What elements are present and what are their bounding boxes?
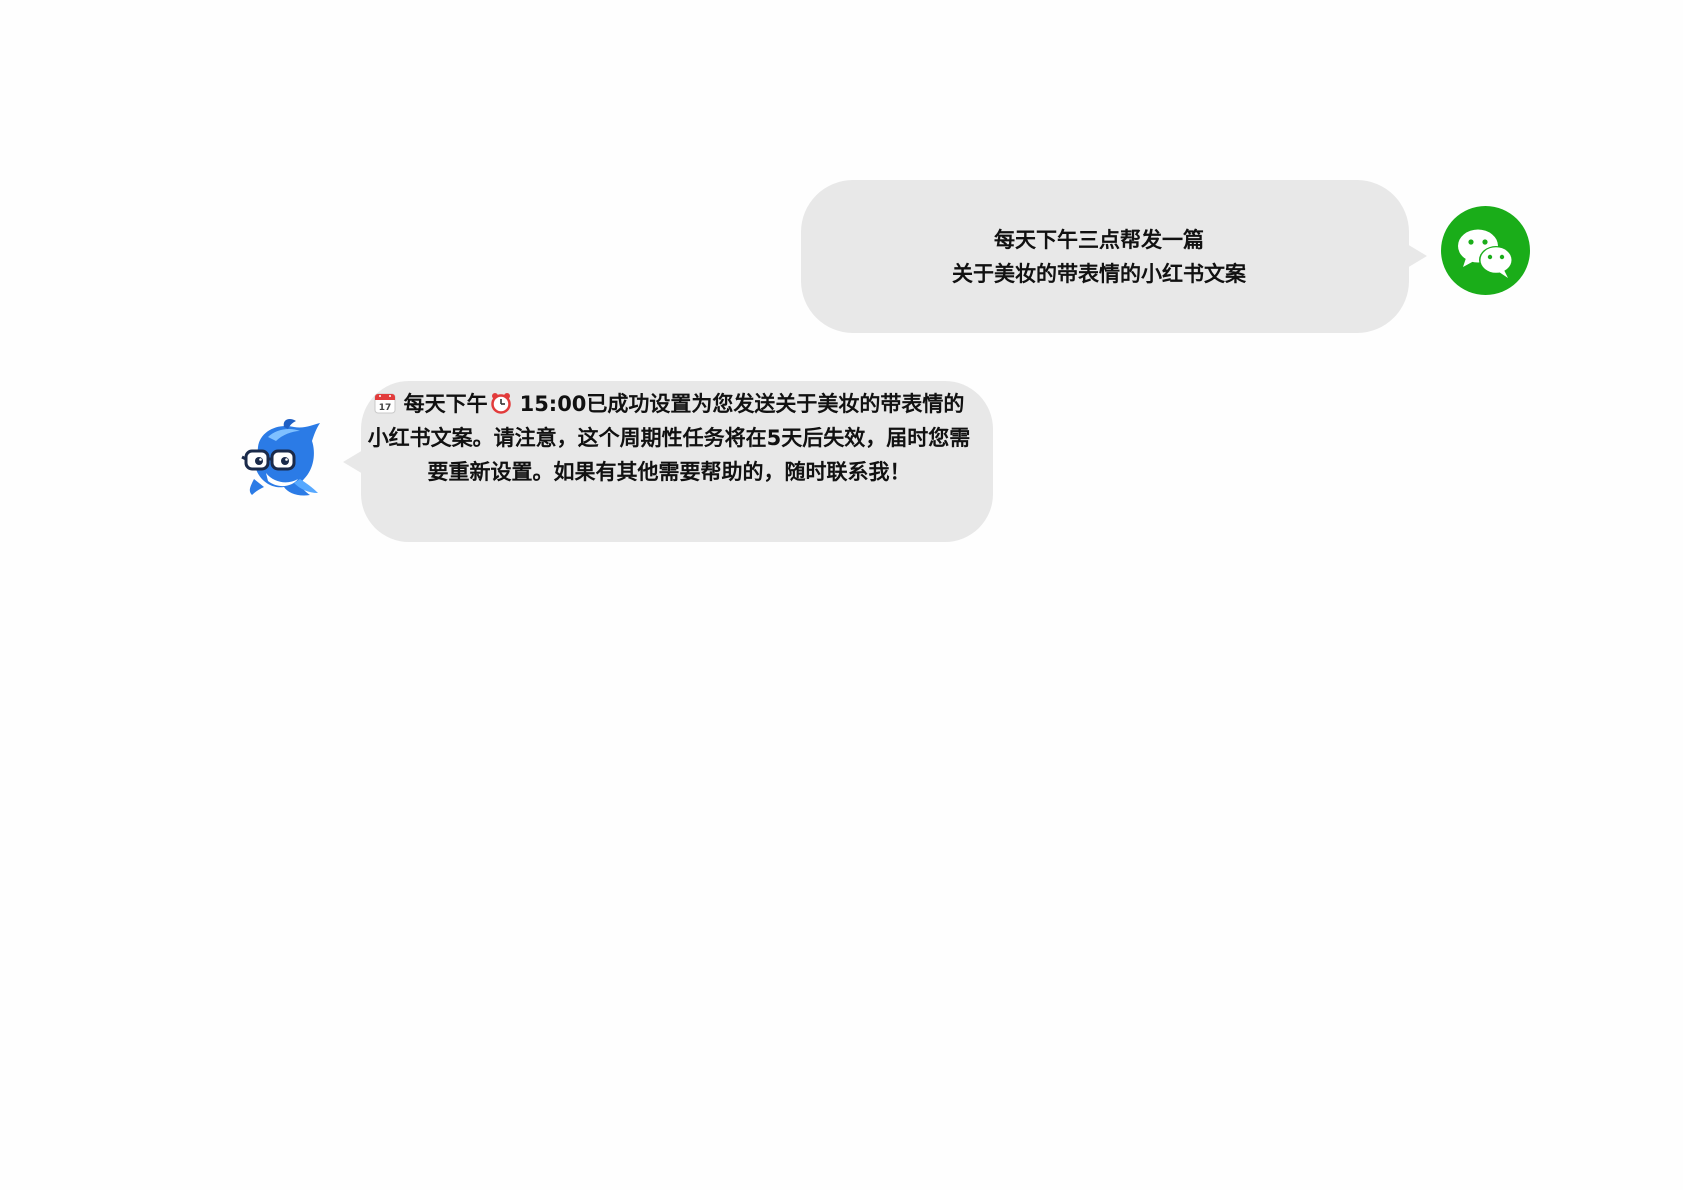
calendar-day-text: 17 <box>378 403 391 413</box>
dolphin-mascot-icon <box>238 417 326 499</box>
user-message-line-1: 每天下午三点帮发一篇 <box>994 227 1204 252</box>
chat-canvas: 每天下午三点帮发一篇 关于美妆的带表情的小红书文案 17 每天下午 15:00已… <box>0 0 1683 1190</box>
wechat-icon[interactable] <box>1441 206 1530 295</box>
user-message-line-2: 关于美妆的带表情的小红书文案 <box>952 261 1246 286</box>
bot-message-bubble: 17 每天下午 15:00已成功设置为您发送关于美妆的带表情的小红书文案。请注意… <box>361 381 993 542</box>
calendar-emoji-icon: 17 <box>374 390 396 414</box>
user-bubble-tail <box>1407 244 1427 268</box>
bot-bubble-tail <box>343 450 363 474</box>
alarm-clock-emoji-icon <box>490 390 512 414</box>
bot-message-segment-1: 每天下午 <box>403 392 488 416</box>
user-message-bubble: 每天下午三点帮发一篇 关于美妆的带表情的小红书文案 <box>801 180 1409 333</box>
